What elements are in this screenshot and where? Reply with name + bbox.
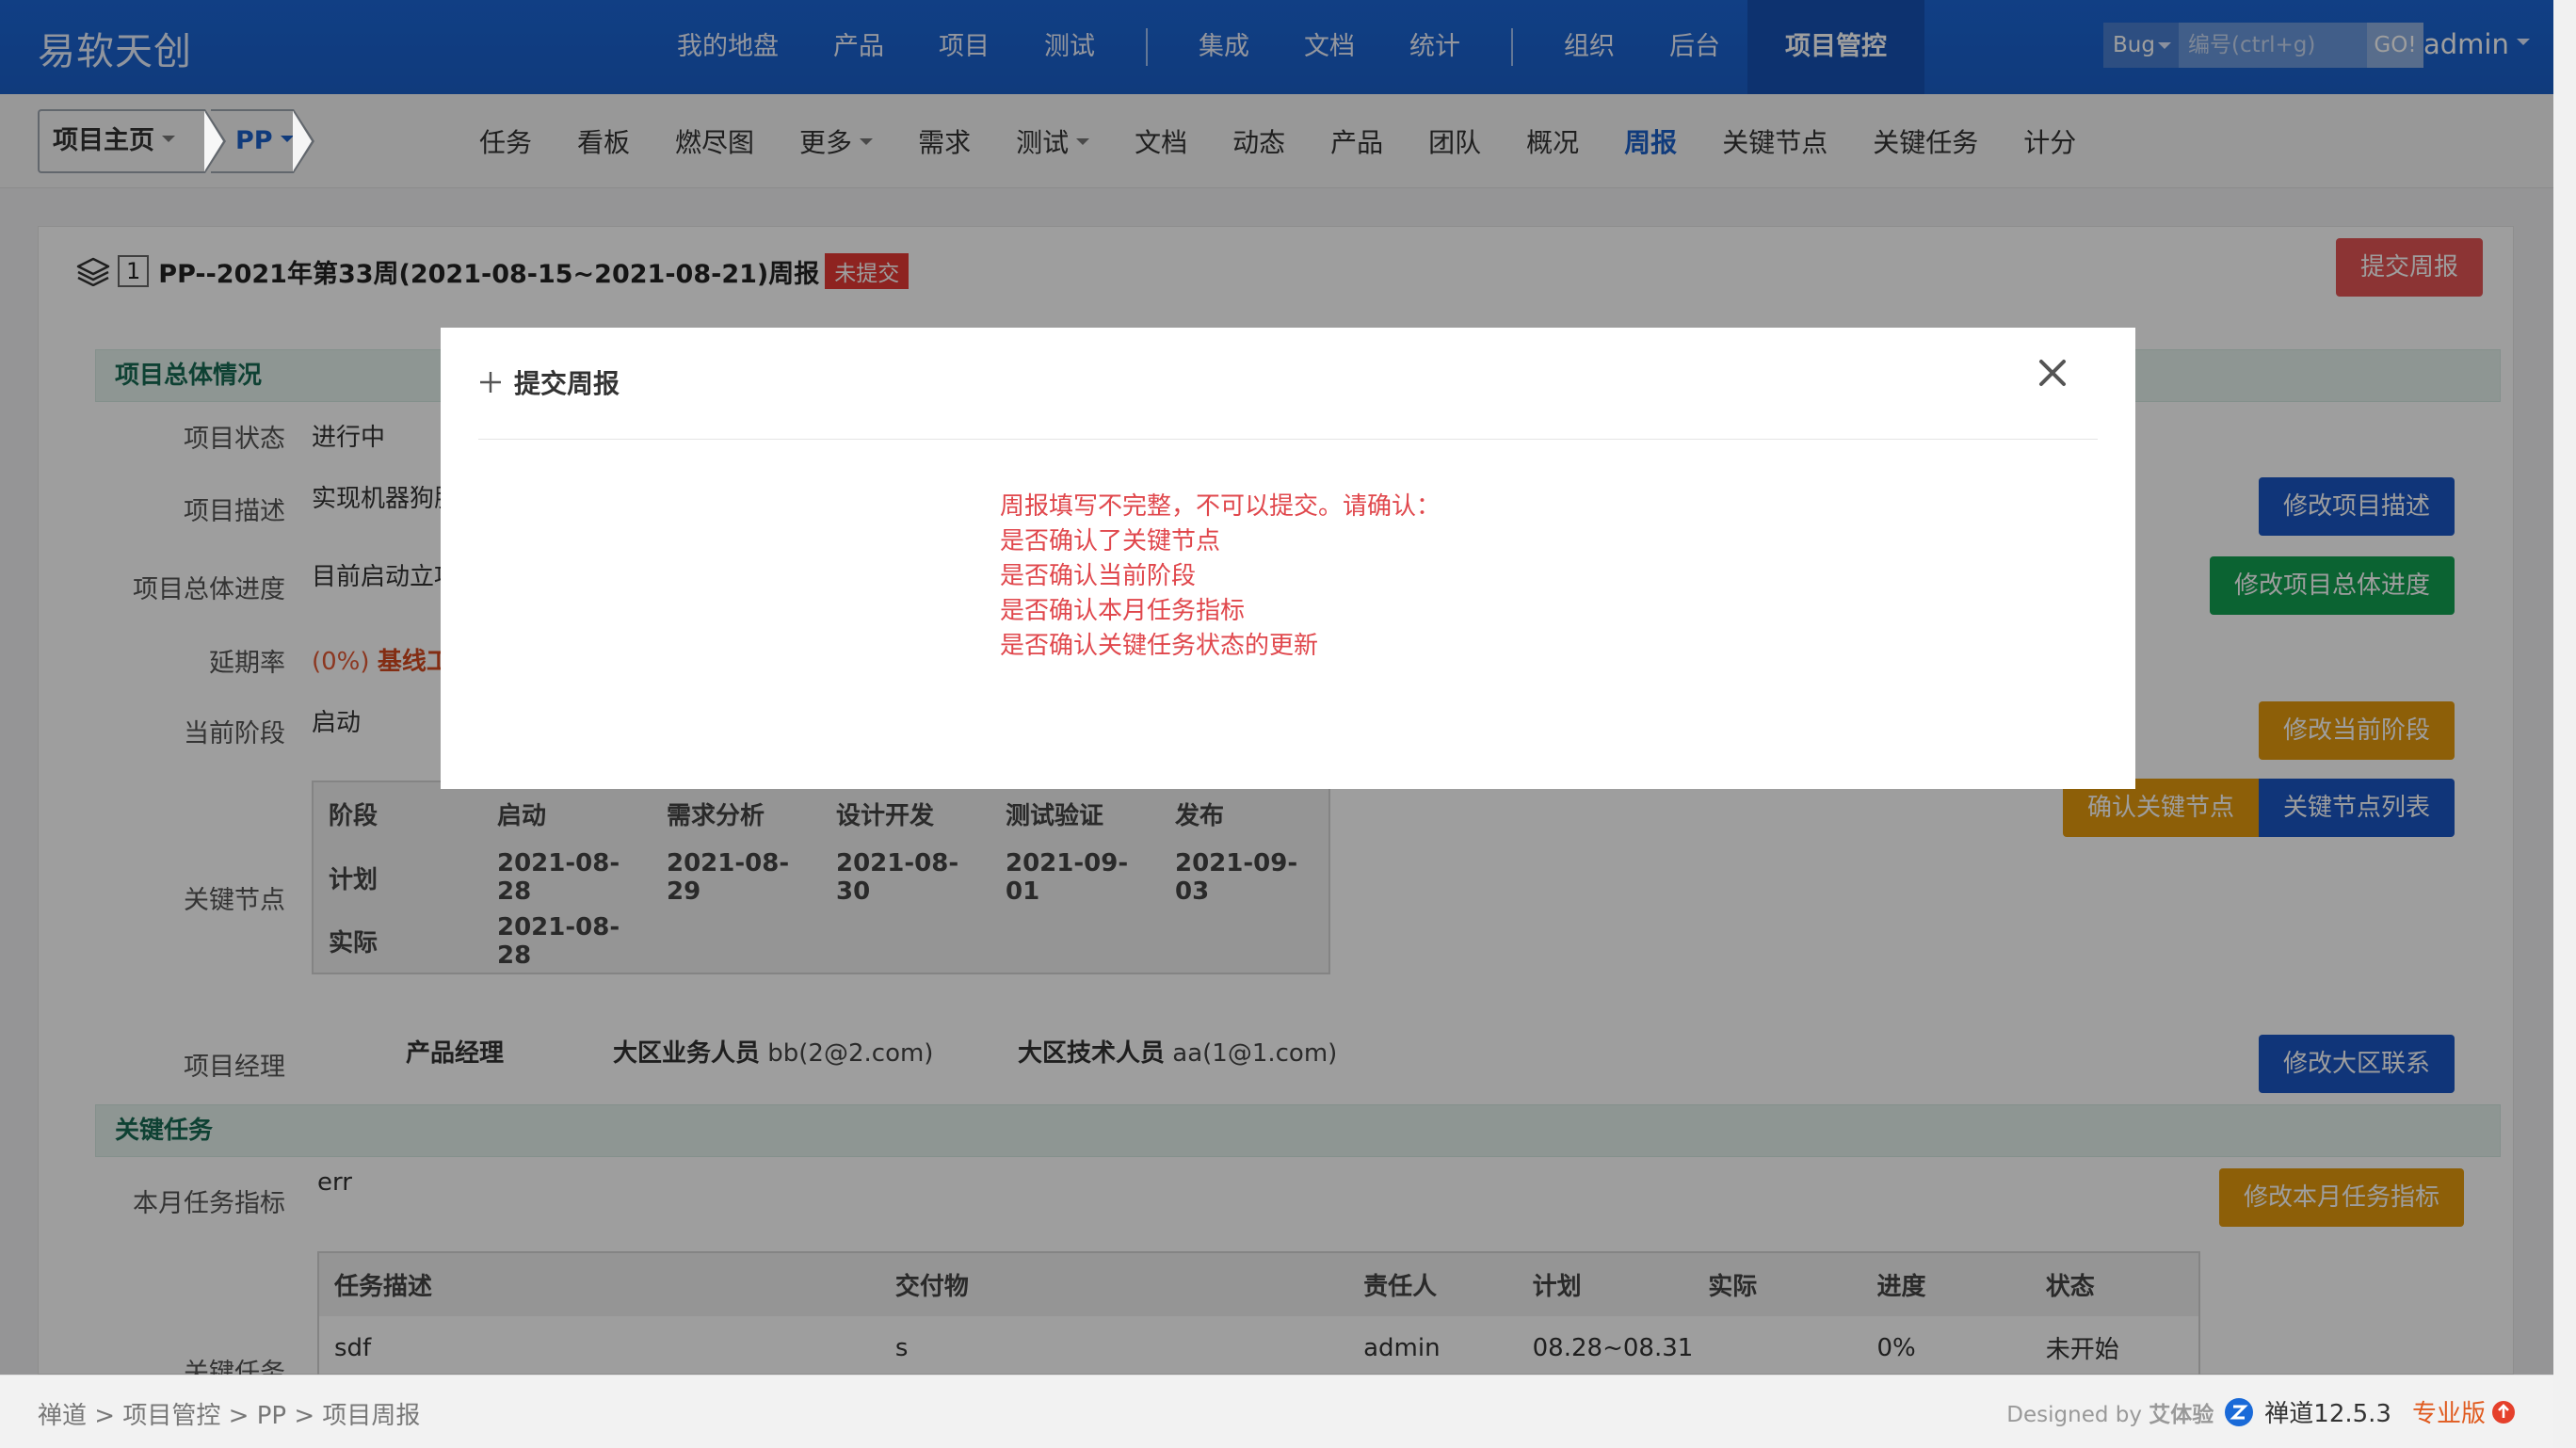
upgrade-arrow-icon[interactable]	[2491, 1400, 2516, 1424]
footer-crumb-project-control[interactable]: 项目管控	[122, 1402, 220, 1430]
edition-label[interactable]: 专业版	[2412, 1394, 2486, 1429]
plus-icon	[480, 372, 501, 393]
page-scrollbar[interactable]	[2553, 0, 2576, 1448]
close-icon[interactable]	[2036, 356, 2069, 390]
submit-report-modal: 提交周报 周报填写不完整，不可以提交。请确认： 是否确认了关键节点 是否确认当前…	[441, 328, 2135, 789]
designed-by: Designed by 艾体验	[2006, 1402, 2214, 1427]
zentao-version[interactable]: 禅道12.5.3	[2264, 1394, 2391, 1429]
footer-crumb-zentao[interactable]: 禅道	[38, 1402, 87, 1430]
validation-message: 周报填写不完整，不可以提交。请确认： 是否确认了关键节点 是否确认当前阶段 是否…	[1000, 492, 1441, 660]
footer-credits: Designed by 艾体验 禅道12.5.3 专业版	[2006, 1394, 2516, 1429]
modal-title: 提交周报	[478, 363, 620, 401]
footer-crumb-weekly: 项目周报	[322, 1402, 421, 1430]
footer-crumb-pp[interactable]: PP	[257, 1402, 286, 1430]
footer-breadcrumb: 禅道 > 项目管控 > PP > 项目周报	[38, 1402, 421, 1430]
modal-divider	[478, 439, 2098, 440]
zentao-logo-icon	[2225, 1397, 2254, 1426]
footer: 禅道 > 项目管控 > PP > 项目周报 Designed by 艾体验 禅道…	[0, 1375, 2553, 1448]
